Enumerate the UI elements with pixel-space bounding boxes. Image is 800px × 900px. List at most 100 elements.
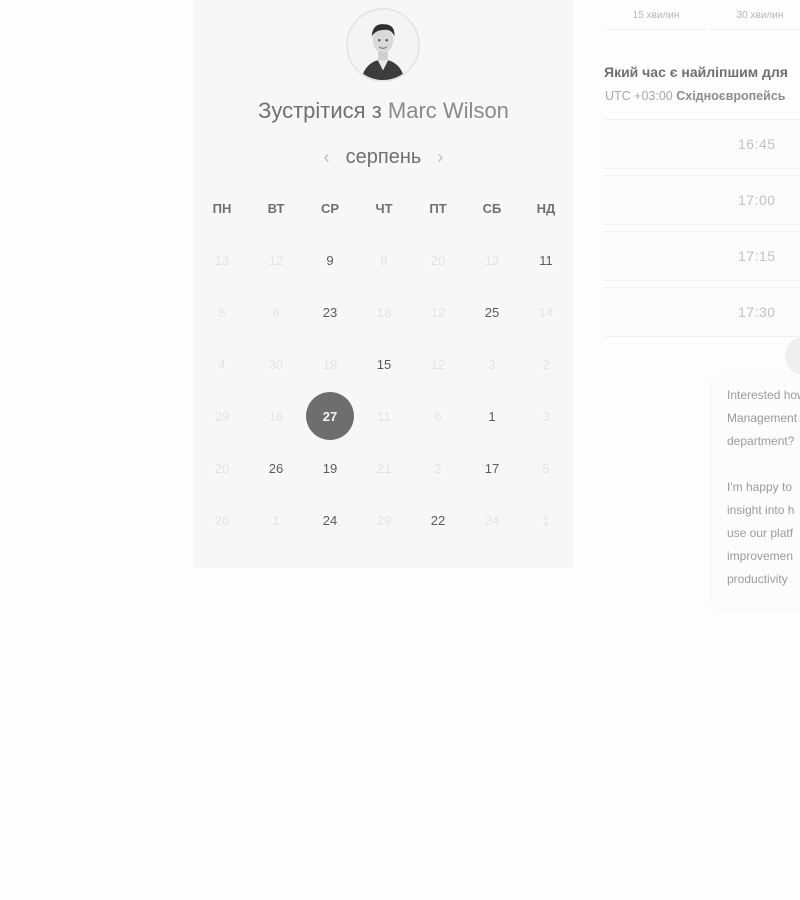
weekday-label: ВТ xyxy=(267,201,285,216)
calendar-day-number: 18 xyxy=(376,304,392,320)
prev-month-icon[interactable]: ‹ xyxy=(314,147,340,168)
time-slot-label: 17:30 xyxy=(738,304,776,320)
calendar-day: 12 xyxy=(411,286,465,338)
calendar-day-number: 21 xyxy=(376,460,392,476)
time-slot[interactable]: 17:15 xyxy=(604,231,800,281)
timezone-offset: UTC +03:00 xyxy=(605,89,673,103)
calendar-day: 20 xyxy=(411,234,465,286)
calendar-day: 3 xyxy=(465,338,519,390)
calendar-day: 4 xyxy=(195,338,249,390)
calendar-day-number: 9 xyxy=(326,252,334,268)
duration-tab-15[interactable]: 15 хвилин xyxy=(606,0,706,30)
calendar-day: 26 xyxy=(195,494,249,546)
calendar-day-number: 25 xyxy=(484,304,500,320)
next-month-icon[interactable]: › xyxy=(427,147,453,168)
calendar-day: 5 xyxy=(519,442,573,494)
calendar-day: 2 xyxy=(519,338,573,390)
host-name: Marc Wilson xyxy=(387,98,509,123)
calendar-day-number: 12 xyxy=(268,252,284,268)
host-avatar xyxy=(346,8,420,82)
calendar-day-number: 24 xyxy=(322,512,338,528)
calendar-day-number: 8 xyxy=(380,252,388,268)
timezone-name: Східноєвропейсь xyxy=(676,89,786,103)
calendar-day-number: 23 xyxy=(322,304,338,320)
time-slot[interactable]: 17:30 xyxy=(604,287,800,337)
weekday-label: ПТ xyxy=(429,201,447,216)
calendar-day-number: 11 xyxy=(377,408,391,424)
calendar-day: 13 xyxy=(195,234,249,286)
calendar-day: 12 xyxy=(411,338,465,390)
calendar-day: 20 xyxy=(195,442,249,494)
calendar-day[interactable]: 15 xyxy=(357,338,411,390)
duration-tab-30[interactable]: 30 хвилин xyxy=(710,0,800,30)
calendar-day-number: 13 xyxy=(484,252,500,268)
calendar-day-number: 16 xyxy=(268,408,284,424)
calendar-day[interactable]: 23 xyxy=(303,286,357,338)
calendar-day-number: 26 xyxy=(214,512,230,528)
timezone-line[interactable]: UTC +03:00 Східноєвропейсь xyxy=(605,89,786,103)
time-slot[interactable]: 17:00 xyxy=(604,175,800,225)
calendar-day-number: 14 xyxy=(538,304,554,320)
calendar-day: 16 xyxy=(249,390,303,442)
duration-tabs: 15 хвилин 30 хвилин xyxy=(602,0,800,30)
calendar-day-selected[interactable]: 27 xyxy=(303,390,357,442)
weekday-label: ПН xyxy=(212,201,232,216)
calendar-day: 21 xyxy=(357,442,411,494)
calendar-day-number: 3 xyxy=(488,356,496,372)
calendar-day[interactable]: 26 xyxy=(249,442,303,494)
meeting-title-prefix: Зустрітися з xyxy=(258,98,382,123)
calendar-day: 29 xyxy=(195,390,249,442)
calendar-day-number: 19 xyxy=(322,356,338,372)
host-photo xyxy=(348,10,418,80)
time-slot-label: 17:00 xyxy=(738,192,776,208)
calendar-day: 18 xyxy=(357,286,411,338)
calendar-day[interactable]: 25 xyxy=(465,286,519,338)
calendar-day: 1 xyxy=(249,494,303,546)
calendar-day: 8 xyxy=(195,286,249,338)
calendar-day-number: 26 xyxy=(268,460,284,476)
calendar-day-number: 8 xyxy=(218,304,226,320)
calendar-day-number: 17 xyxy=(484,460,500,476)
calendar-day-number: 13 xyxy=(214,252,230,268)
calendar-day[interactable]: 11 xyxy=(519,234,573,286)
weekday-label: ЧТ xyxy=(375,201,393,216)
calendar-day-number: 27 xyxy=(306,392,354,440)
time-slot-label: 16:45 xyxy=(738,136,776,152)
calendar-day: 14 xyxy=(519,286,573,338)
weekday-label: СР xyxy=(320,201,340,216)
calendar-day[interactable]: 9 xyxy=(303,234,357,286)
calendar-day: 19 xyxy=(303,338,357,390)
scheduler-page: Зустрітися з Marc Wilson ‹ серпень › ПН В… xyxy=(0,0,800,900)
calendar-day[interactable]: 24 xyxy=(303,494,357,546)
calendar-day-number: 11 xyxy=(539,252,553,268)
time-slot[interactable]: 16:45 xyxy=(604,119,800,169)
calendar-day: 29 xyxy=(357,494,411,546)
meeting-title: Зустрітися з Marc Wilson xyxy=(194,98,573,124)
time-slot-label: 17:15 xyxy=(738,248,776,264)
month-navigation: ‹ серпень › xyxy=(194,144,573,170)
weekday-label: СБ xyxy=(482,201,502,216)
calendar-day: 30 xyxy=(249,338,303,390)
calendar-day: 2 xyxy=(411,442,465,494)
calendar-day-number: 6 xyxy=(434,408,442,424)
calendar-day[interactable]: 19 xyxy=(303,442,357,494)
calendar-day[interactable]: 17 xyxy=(465,442,519,494)
calendar-grid: 13 12 9 8 20 13 11 8 6 23 18 12 25 14 4 30 19 15 12 3 2 29 16 2… xyxy=(194,234,573,546)
calendar-day-number: 2 xyxy=(434,460,442,476)
calendar-day: 6 xyxy=(411,390,465,442)
calendar-day-number: 5 xyxy=(542,460,550,476)
calendar-day-number: 20 xyxy=(214,460,230,476)
calendar-day-number: 1 xyxy=(272,512,280,528)
calendar-day: 13 xyxy=(465,234,519,286)
calendar-day[interactable]: 1 xyxy=(465,390,519,442)
calendar-day-number: 30 xyxy=(268,356,284,372)
time-heading: Який час є найліпшим для xyxy=(604,64,788,80)
calendar-day[interactable]: 22 xyxy=(411,494,465,546)
calendar-day-number: 1 xyxy=(488,408,496,424)
calendar-day: 1 xyxy=(519,494,573,546)
calendar-day-number: 6 xyxy=(272,304,280,320)
weekday-label: НД xyxy=(536,201,556,216)
calendar-day-number: 1 xyxy=(542,512,550,528)
chat-avatar xyxy=(785,337,800,375)
calendar-panel: Зустрітися з Marc Wilson ‹ серпень › ПН В… xyxy=(194,0,573,568)
